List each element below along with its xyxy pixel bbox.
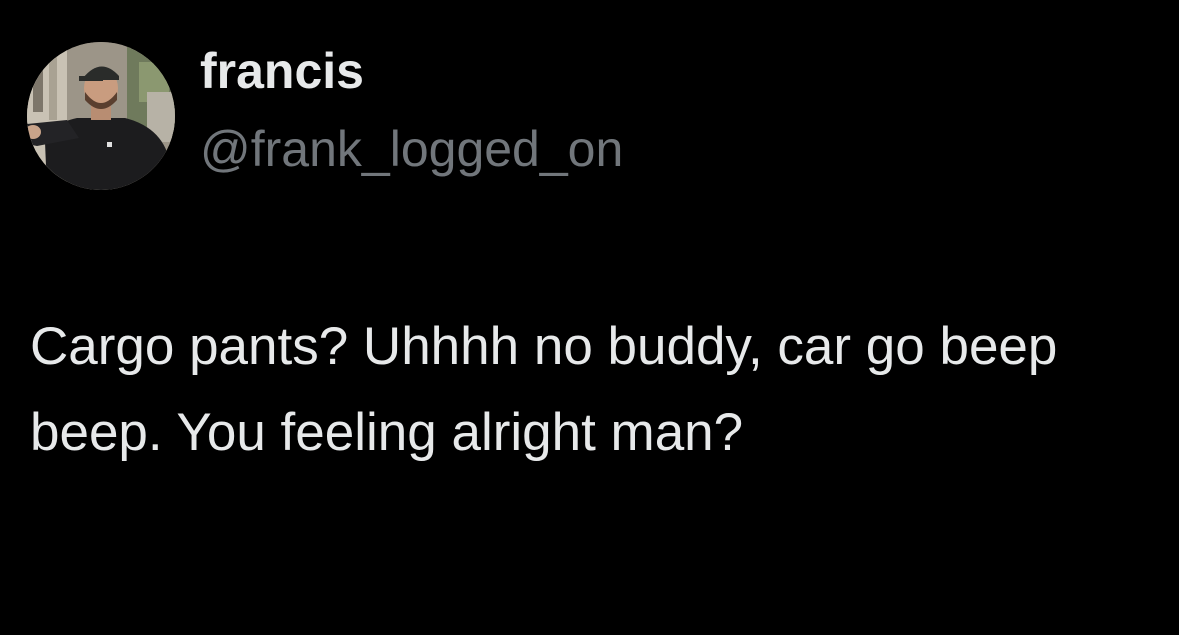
profile-photo-icon: [27, 42, 175, 190]
author-display-name[interactable]: francis: [200, 40, 364, 102]
tweet-card: francis @frank_logged_on Cargo pants? Uh…: [0, 0, 1179, 635]
author-handle[interactable]: @frank_logged_on: [200, 118, 623, 180]
tweet-text: Cargo pants? Uhhhh no buddy, car go beep…: [30, 317, 1058, 462]
avatar[interactable]: [27, 42, 175, 190]
